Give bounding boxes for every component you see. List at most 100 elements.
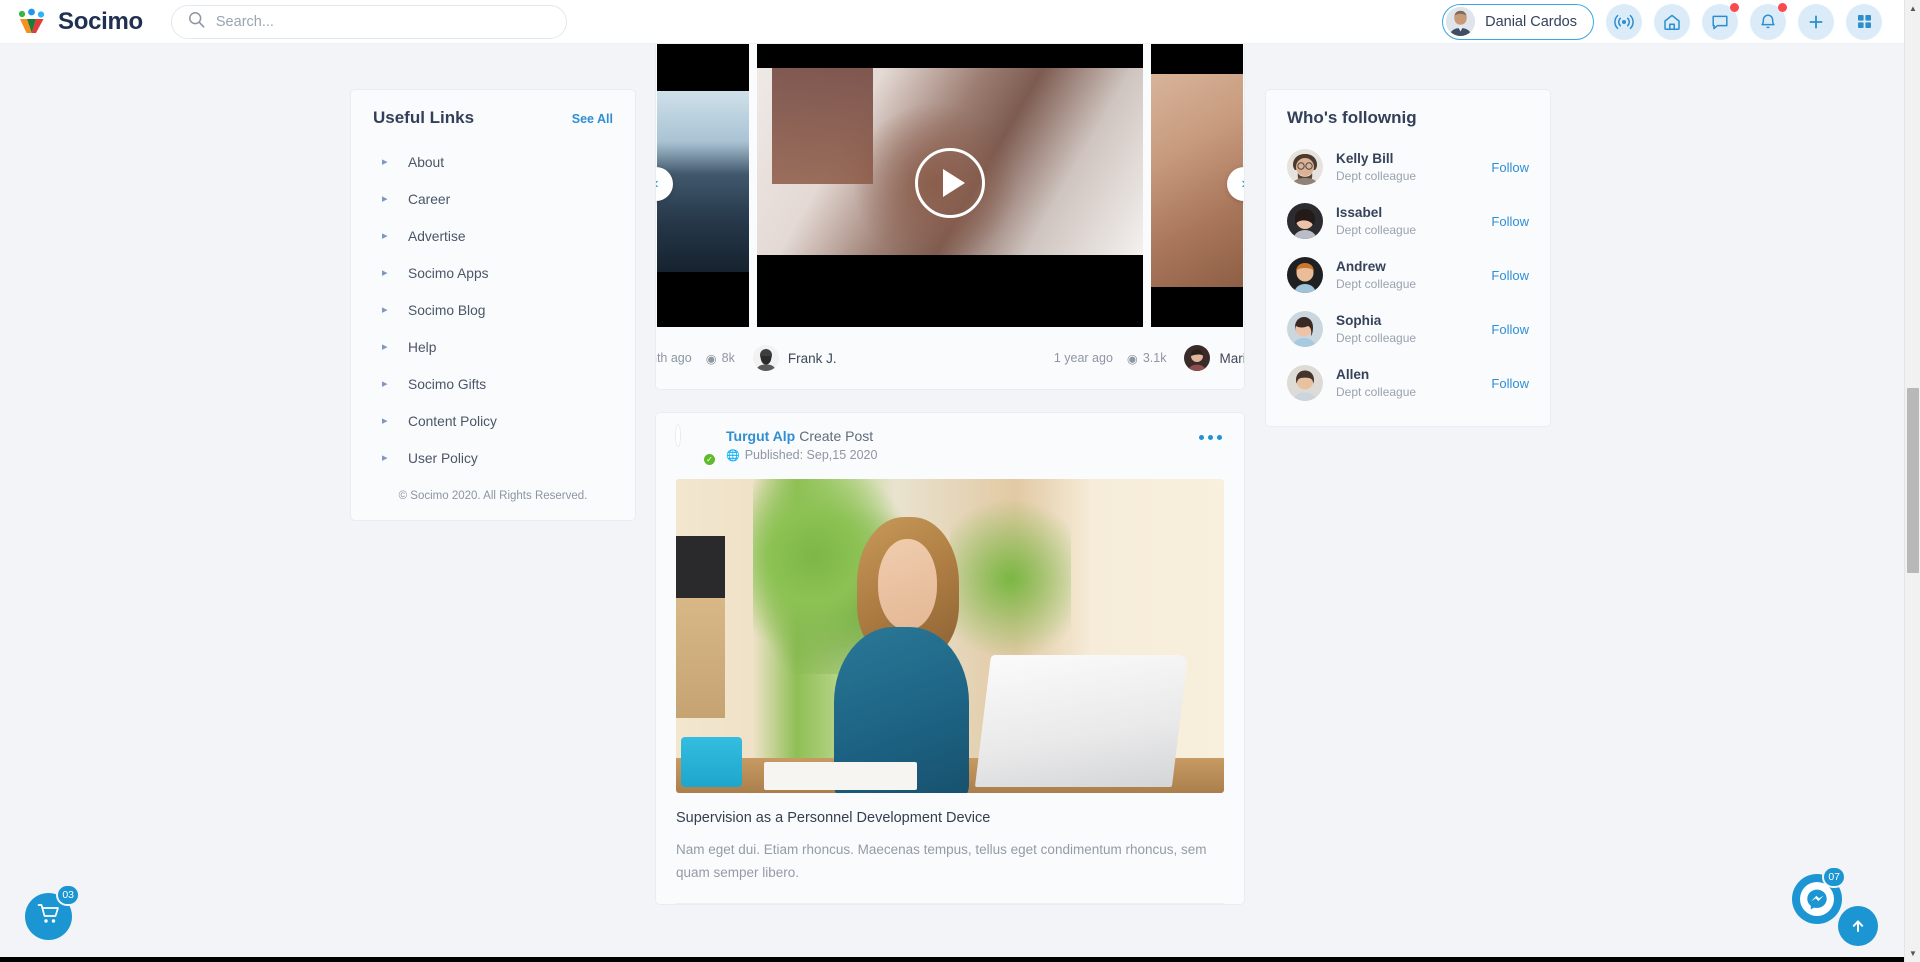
follow-button[interactable]: Follow xyxy=(1491,268,1529,283)
vertical-scrollbar[interactable]: ▲ ▼ xyxy=(1904,0,1920,962)
main-feed-column: ‹ › nth ago ◉ 8k Frank J. xyxy=(655,38,1245,905)
notifications-icon[interactable] xyxy=(1750,4,1786,40)
add-icon[interactable] xyxy=(1798,4,1834,40)
scrollbar-up-arrow-icon[interactable]: ▲ xyxy=(1905,0,1920,17)
chevron-right-icon: ▸ xyxy=(382,416,394,427)
image-person-face xyxy=(878,539,937,630)
avatar xyxy=(753,345,779,371)
right-sidebar: Who's follownig xyxy=(1265,89,1551,427)
whos-following-title: Who's follownig xyxy=(1287,108,1529,128)
cart-count-badge: 03 xyxy=(56,884,80,906)
carousel-time: nth ago xyxy=(655,351,692,365)
sidebar-item-help[interactable]: ▸ Help xyxy=(373,329,613,366)
chevron-right-icon: ▸ xyxy=(382,157,394,168)
home-icon[interactable] xyxy=(1654,4,1690,40)
messenger-button[interactable]: 07 xyxy=(1792,874,1842,924)
sidebar-item-socimo-gifts[interactable]: ▸ Socimo Gifts xyxy=(373,366,613,403)
sidebar-item-about[interactable]: ▸ About xyxy=(373,144,613,181)
chevron-right-icon: ▸ xyxy=(382,305,394,316)
post-header: ✓ Turgut AlpCreate Post 🌐 Published: Sep… xyxy=(676,427,1224,465)
see-all-link[interactable]: See All xyxy=(572,112,613,126)
brand-logo-area[interactable]: Socimo xyxy=(16,7,143,37)
top-navigation-bar: Socimo Danial Cardos xyxy=(0,0,1904,44)
follow-button[interactable]: Follow xyxy=(1491,322,1529,337)
follow-button[interactable]: Follow xyxy=(1491,214,1529,229)
globe-icon: 🌐 xyxy=(726,449,740,462)
carousel-time: 1 year ago xyxy=(1054,351,1113,365)
post-title: Supervision as a Personnel Development D… xyxy=(676,810,1224,826)
user-profile-pill[interactable]: Danial Cardos xyxy=(1442,4,1594,40)
whos-following-card: Who's follownig xyxy=(1265,89,1551,427)
sidebar-item-label: Content Policy xyxy=(408,414,497,429)
person-info: Allen Dept colleague xyxy=(1336,367,1491,399)
verified-badge-icon: ✓ xyxy=(703,453,716,466)
carousel-views: 8k xyxy=(722,351,735,365)
post-avatar-wrapper: ✓ xyxy=(676,427,714,465)
post-options-button[interactable] xyxy=(1199,435,1222,440)
person-role: Dept colleague xyxy=(1336,169,1491,183)
messages-badge-dot xyxy=(1730,3,1739,12)
post-author-name[interactable]: Turgut Alp xyxy=(726,428,795,444)
list-item: Andrew Dept colleague Follow xyxy=(1287,248,1529,302)
play-button[interactable] xyxy=(915,148,985,218)
avatar xyxy=(1287,149,1323,185)
sidebar-item-user-policy[interactable]: ▸ User Policy xyxy=(373,440,613,477)
person-info: Andrew Dept colleague xyxy=(1336,259,1491,291)
sidebar-item-label: User Policy xyxy=(408,451,478,466)
avatar xyxy=(1184,345,1210,371)
useful-links-header: Useful Links See All xyxy=(373,108,613,128)
shopping-cart-button[interactable]: 03 xyxy=(25,893,72,940)
post-image xyxy=(676,479,1224,793)
user-name: Danial Cardos xyxy=(1485,14,1577,30)
person-role: Dept colleague xyxy=(1336,223,1491,237)
messages-icon[interactable] xyxy=(1702,4,1738,40)
post-action-label: Create Post xyxy=(799,428,873,444)
list-item: Sophia Dept colleague Follow xyxy=(1287,302,1529,356)
avatar xyxy=(1287,311,1323,347)
sidebar-item-career[interactable]: ▸ Career xyxy=(373,181,613,218)
messenger-count-badge: 07 xyxy=(1822,866,1846,888)
sidebar-item-label: Advertise xyxy=(408,229,466,244)
scrollbar-thumb[interactable] xyxy=(1907,388,1919,573)
search-box[interactable] xyxy=(171,5,567,39)
scroll-to-top-button[interactable] xyxy=(1838,906,1878,946)
sidebar-item-socimo-blog[interactable]: ▸ Socimo Blog xyxy=(373,292,613,329)
left-sidebar: Useful Links See All ▸ About ▸ Career ▸ … xyxy=(350,89,636,521)
useful-links-list: ▸ About ▸ Career ▸ Advertise ▸ Socimo Ap… xyxy=(373,144,613,477)
post-published-date: Published: Sep,15 2020 xyxy=(745,448,878,462)
image-bottle xyxy=(681,737,741,787)
follow-button[interactable]: Follow xyxy=(1491,376,1529,391)
carousel-slide-active[interactable] xyxy=(757,39,1143,327)
sidebar-item-label: Help xyxy=(408,340,436,355)
cart-icon xyxy=(36,902,61,931)
sidebar-item-advertise[interactable]: ▸ Advertise xyxy=(373,218,613,255)
chevron-right-icon: ▸ xyxy=(382,453,394,464)
post-published-line: 🌐 Published: Sep,15 2020 xyxy=(726,448,877,462)
sidebar-item-label: Career xyxy=(408,192,450,207)
search-icon xyxy=(188,11,205,33)
list-item: Issabel Dept colleague Follow xyxy=(1287,194,1529,248)
search-input[interactable] xyxy=(216,14,536,30)
person-role: Dept colleague xyxy=(1336,385,1491,399)
avatar xyxy=(1287,365,1323,401)
views-icon: ◉ xyxy=(1127,351,1138,366)
copyright-text: © Socimo 2020. All Rights Reserved. xyxy=(373,490,613,506)
apps-grid-icon[interactable] xyxy=(1846,4,1882,40)
carousel-author: Frank J. xyxy=(788,351,837,366)
sidebar-item-socimo-apps[interactable]: ▸ Socimo Apps xyxy=(373,255,613,292)
broadcast-icon[interactable] xyxy=(1606,4,1642,40)
sidebar-item-content-policy[interactable]: ▸ Content Policy xyxy=(373,403,613,440)
page-canvas: Useful Links See All ▸ About ▸ Career ▸ … xyxy=(0,44,1904,962)
carousel-views: 3.1k xyxy=(1143,351,1167,365)
sidebar-item-label: Socimo Gifts xyxy=(408,377,486,392)
image-notebook xyxy=(764,762,917,790)
avatar xyxy=(1287,257,1323,293)
carousel-meta-item: 1 year ago ◉ 3.1k Maria K xyxy=(1054,345,1245,371)
person-info: Kelly Bill Dept colleague xyxy=(1336,151,1491,183)
person-name: Kelly Bill xyxy=(1336,151,1491,166)
image-person xyxy=(824,517,988,793)
person-role: Dept colleague xyxy=(1336,331,1491,345)
follow-button[interactable]: Follow xyxy=(1491,160,1529,175)
video-carousel-card: ‹ › nth ago ◉ 8k Frank J. xyxy=(655,38,1245,390)
scrollbar-down-arrow-icon[interactable]: ▼ xyxy=(1905,945,1920,962)
